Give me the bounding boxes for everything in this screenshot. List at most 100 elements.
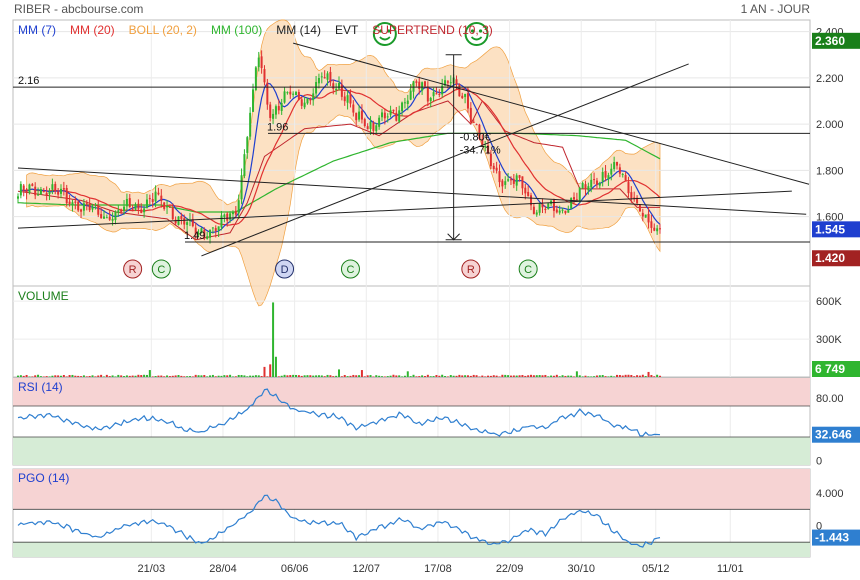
- candle-body: [25, 189, 28, 194]
- volume-bar: [352, 374, 355, 377]
- volume-bar: [610, 375, 613, 377]
- candle-body: [590, 179, 593, 188]
- volume-bar: [535, 375, 538, 377]
- volume-bar: [544, 374, 547, 377]
- volume-bar: [524, 375, 527, 377]
- candle-body: [125, 198, 128, 207]
- candle-body: [68, 201, 71, 205]
- vol-panel-frame: [12, 285, 811, 378]
- volume-bar: [401, 376, 404, 377]
- volume-bar: [587, 376, 590, 377]
- candle-body: [59, 188, 62, 194]
- volume-bar: [509, 375, 512, 377]
- candle-body: [154, 191, 157, 202]
- volume-bar: [163, 376, 166, 377]
- volume-bar: [338, 369, 340, 377]
- volume-bar: [601, 375, 604, 377]
- candle-body: [403, 102, 406, 104]
- volume-bar: [358, 375, 361, 377]
- candle-body: [521, 176, 524, 189]
- volume-bar: [154, 376, 157, 377]
- volume-bar: [641, 374, 644, 377]
- volume-bar: [283, 374, 286, 377]
- legend-entry[interactable]: MM (20): [70, 23, 115, 37]
- level-label: 1.96: [267, 121, 288, 133]
- volume-bar: [403, 375, 406, 377]
- volume-bar: [590, 376, 593, 377]
- period-label[interactable]: 1 AN - JOUR: [741, 2, 811, 16]
- volume-bar: [518, 375, 521, 377]
- volume-bar: [423, 375, 426, 377]
- volume-bar: [54, 375, 57, 377]
- legend-entry[interactable]: MM (7): [18, 23, 56, 37]
- candle-body: [257, 57, 260, 68]
- candle-body: [80, 209, 83, 212]
- candle-body: [544, 208, 547, 210]
- candle-body: [435, 93, 438, 95]
- candle-body: [17, 196, 19, 199]
- volume-bar: [246, 376, 249, 377]
- candle-body: [137, 203, 140, 209]
- candle-body: [630, 192, 633, 199]
- price-badge-label: 1.420: [815, 251, 845, 265]
- event-marker-label: C: [157, 264, 165, 276]
- candle-body: [246, 137, 249, 153]
- candle-body: [312, 93, 315, 101]
- volume-bar: [366, 375, 369, 377]
- volume-bar: [272, 302, 275, 377]
- volume-bar: [191, 376, 194, 377]
- candle-body: [573, 197, 576, 200]
- candle-body: [495, 167, 498, 171]
- legend-entry[interactable]: BOLL (20, 2): [129, 23, 197, 37]
- volume-bar: [527, 375, 530, 377]
- candle-body: [34, 186, 37, 196]
- volume-bar: [315, 375, 318, 377]
- legend-entry[interactable]: SUPERTREND (10, 3): [372, 23, 492, 37]
- volume-bar: [197, 375, 200, 377]
- volume-bar: [412, 374, 415, 377]
- legend-entry[interactable]: MM (14): [276, 23, 321, 37]
- volume-bar: [160, 375, 163, 377]
- volume-bar: [39, 376, 42, 377]
- candle-body: [366, 126, 369, 130]
- volume-bar: [398, 375, 401, 377]
- volume-bar: [111, 375, 114, 377]
- volume-bar: [274, 356, 277, 377]
- candle-body: [229, 213, 232, 220]
- price-panel-frame: [12, 19, 811, 287]
- volume-bar: [595, 375, 598, 377]
- candle-body: [618, 167, 621, 174]
- volume-bar: [125, 375, 128, 377]
- price-y-tick-label: 1.800: [816, 165, 844, 177]
- candle-body: [418, 81, 421, 90]
- candle-body: [346, 95, 349, 103]
- candle-body: [88, 204, 91, 211]
- volume-bar: [85, 376, 88, 377]
- x-tick-label: 05/12: [642, 563, 670, 575]
- volume-bar: [343, 374, 346, 377]
- pgo-badge-label: -1.443: [815, 531, 849, 545]
- legend-entry[interactable]: EVT: [335, 23, 359, 37]
- candle-body: [383, 112, 386, 119]
- volume-bar: [134, 375, 137, 377]
- legend-entry[interactable]: MM (100): [211, 23, 262, 37]
- candle-body: [237, 200, 240, 214]
- candle-body: [555, 209, 558, 213]
- volume-bar: [77, 375, 80, 377]
- candle-body: [650, 221, 653, 228]
- volume-bar: [234, 376, 237, 377]
- volume-bar: [123, 376, 126, 377]
- candle-body: [446, 81, 449, 83]
- volume-bar: [346, 376, 349, 377]
- volume-bar: [475, 375, 478, 377]
- volume-bar: [446, 376, 449, 377]
- pgo-overbought-zone: [13, 469, 810, 510]
- candle-body: [429, 97, 432, 102]
- candle-body: [71, 202, 74, 206]
- volume-bar: [45, 376, 48, 377]
- candle-body: [369, 121, 372, 130]
- volume-bar: [166, 375, 169, 377]
- volume-bar: [458, 374, 461, 377]
- volume-bar: [618, 375, 621, 377]
- candle-body: [252, 89, 255, 112]
